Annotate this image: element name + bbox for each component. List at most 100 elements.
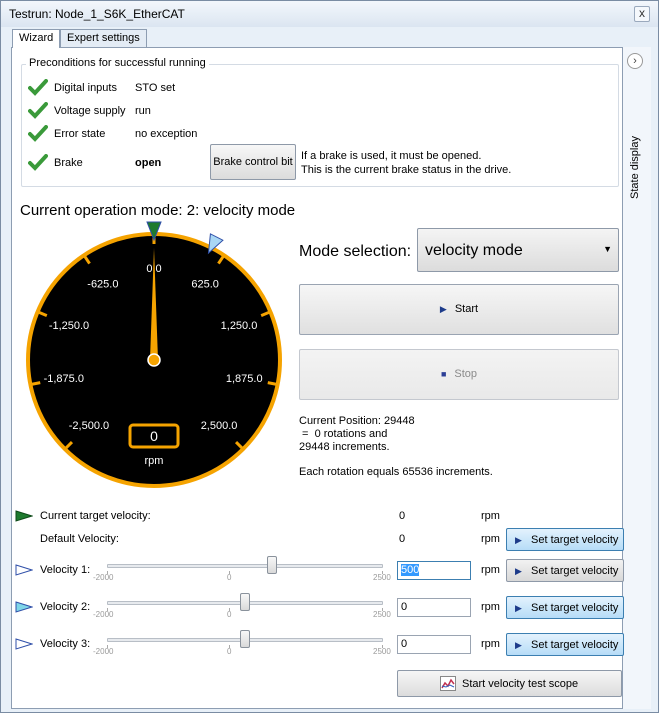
unit-label: rpm — [481, 601, 500, 613]
gauge-readout: 0 — [150, 428, 158, 444]
window-title: Testrun: Node_1_S6K_EtherCAT — [9, 7, 185, 21]
slider-min-label: -2000 — [93, 610, 114, 619]
condition-value: STO set — [135, 82, 176, 94]
velocity-1-input[interactable]: 500 — [397, 561, 471, 580]
info-line: = 0 rotations and — [299, 428, 388, 440]
slider-thumb[interactable] — [240, 630, 250, 648]
stop-icon: ■ — [440, 369, 447, 379]
slider-thumb[interactable] — [240, 593, 250, 611]
unit-label: rpm — [481, 510, 500, 522]
unit-label: rpm — [481, 638, 500, 650]
current-target-marker-icon — [15, 510, 33, 522]
condition-value: open — [135, 157, 162, 169]
velocity-1-slider[interactable]: -2000 0 2500 — [93, 556, 391, 582]
slider-max-label: 2500 — [373, 573, 391, 582]
condition-label: Error state — [54, 128, 106, 140]
gauge-scale-label: -625.0 — [87, 279, 118, 291]
slider-mid-label: 0 — [227, 610, 232, 619]
set-target-label: Set target velocity — [531, 565, 619, 577]
chevron-right-icon[interactable]: › — [627, 53, 643, 69]
gauge-tick — [267, 381, 279, 387]
wizard-panel: Preconditions for successful running Dig… — [11, 47, 624, 709]
check-icon — [28, 79, 48, 96]
scope-chart-icon — [440, 676, 456, 691]
set-target-label: Set target velocity — [531, 534, 619, 546]
velocity-3-slider[interactable]: -2000 0 2500 — [93, 630, 391, 656]
info-line: Current Position: 29448 — [299, 415, 415, 427]
position-info: Current Position: 29448 = 0 rotations an… — [299, 415, 493, 479]
gauge-needle-hub — [147, 353, 161, 367]
state-display-label: State display — [629, 136, 641, 199]
set-target-velocity-1-button[interactable]: ▶ Set target velocity — [506, 559, 624, 582]
preconditions-title: Preconditions for successful running — [26, 57, 209, 69]
velocity-2-input-value: 0 — [401, 601, 408, 613]
current-target-velocity-value: 0 — [399, 510, 406, 522]
condition-label: Voltage supply — [54, 105, 126, 117]
velocity-2-input[interactable]: 0 — [397, 598, 471, 617]
gauge-scale-label: 1,250.0 — [221, 320, 258, 332]
velocity-1-input-value: 500 — [401, 564, 420, 576]
mode-select[interactable]: velocity mode ▼ — [417, 228, 619, 272]
brake-control-button[interactable]: Brake control bit — [210, 144, 296, 180]
unit-label: rpm — [481, 533, 500, 545]
set-target-velocity-2-button[interactable]: ▶ Set target velocity — [506, 596, 624, 619]
start-button[interactable]: ▶ Start — [299, 284, 619, 335]
velocity-2-slider[interactable]: -2000 0 2500 — [93, 593, 391, 619]
velocity-2-marker-icon — [15, 601, 33, 613]
start-label: Start — [454, 303, 479, 315]
start-velocity-test-scope-button[interactable]: Start velocity test scope — [397, 670, 622, 697]
gauge-scale-label: -2,500.0 — [69, 420, 109, 432]
slider-thumb[interactable] — [266, 556, 277, 574]
info-line: Each rotation equals 65536 increments. — [299, 466, 493, 478]
close-icon: x — [639, 6, 645, 20]
state-display-sidebar[interactable]: › State display — [623, 47, 651, 709]
gauge-scale-label: -1,875.0 — [44, 373, 84, 385]
gauge-scale-label: 625.0 — [191, 279, 219, 291]
condition-value: run — [135, 105, 151, 117]
gauge-scale-label: 2,500.0 — [201, 420, 238, 432]
condition-label: Digital inputs — [54, 82, 117, 94]
slider-min-label: -2000 — [93, 573, 114, 582]
slider-max-label: 2500 — [373, 647, 391, 656]
condition-value: no exception — [135, 128, 198, 140]
title-bar: Testrun: Node_1_S6K_EtherCAT x — [1, 1, 658, 27]
unit-label: rpm — [481, 564, 500, 576]
slider-mid-label: 0 — [227, 573, 232, 582]
condition-label: Brake — [54, 157, 83, 169]
mode-selection-label: Mode selection: — [299, 243, 412, 260]
check-icon — [28, 154, 48, 171]
close-button[interactable]: x — [634, 6, 650, 22]
set-target-velocity-3-button[interactable]: ▶ Set target velocity — [506, 633, 624, 656]
velocity-1-label: Velocity 1: — [40, 564, 91, 576]
default-velocity-value: 0 — [399, 533, 406, 545]
brake-info: If a brake is used, it must be opened. T… — [301, 149, 511, 177]
velocity-1-marker-icon — [15, 564, 33, 576]
tab-expert-settings[interactable]: Expert settings — [60, 29, 147, 47]
scope-button-label: Start velocity test scope — [462, 678, 579, 690]
dropdown-arrow-icon: ▼ — [603, 244, 612, 254]
operation-mode-title: Current operation mode: 2: velocity mode — [20, 202, 296, 219]
check-icon — [28, 125, 48, 142]
play-icon: ▶ — [515, 603, 522, 613]
stop-button[interactable]: ■ Stop — [299, 349, 619, 400]
slider-mid-label: 0 — [227, 647, 232, 656]
play-icon: ▶ — [439, 304, 447, 314]
current-target-velocity-label: Current target velocity: — [40, 510, 151, 522]
slider-min-label: -2000 — [93, 647, 114, 656]
app-window: Testrun: Node_1_S6K_EtherCAT x Wizard Ex… — [0, 0, 659, 713]
set-target-label: Set target velocity — [531, 602, 619, 614]
mode-select-value: velocity mode — [425, 242, 523, 259]
stop-label: Stop — [454, 368, 478, 380]
velocity-gauge: -2,500.0-1,875.0-1,250.0-625.00.0625.01,… — [26, 221, 282, 488]
brake-info-line: This is the current brake status in the … — [301, 164, 512, 176]
gauge-scale-label: -1,250.0 — [49, 320, 89, 332]
tab-wizard[interactable]: Wizard — [12, 29, 61, 48]
gauge-unit-label: rpm — [145, 455, 164, 467]
gauge-scale-label: 1,875.0 — [226, 373, 263, 385]
velocity-3-input[interactable]: 0 — [397, 635, 471, 654]
brake-info-line: If a brake is used, it must be opened. — [301, 150, 482, 162]
velocity-3-input-value: 0 — [401, 638, 408, 650]
set-default-target-velocity-button[interactable]: ▶ Set target velocity — [506, 528, 624, 551]
play-icon: ▶ — [515, 640, 522, 650]
play-icon: ▶ — [515, 566, 522, 576]
